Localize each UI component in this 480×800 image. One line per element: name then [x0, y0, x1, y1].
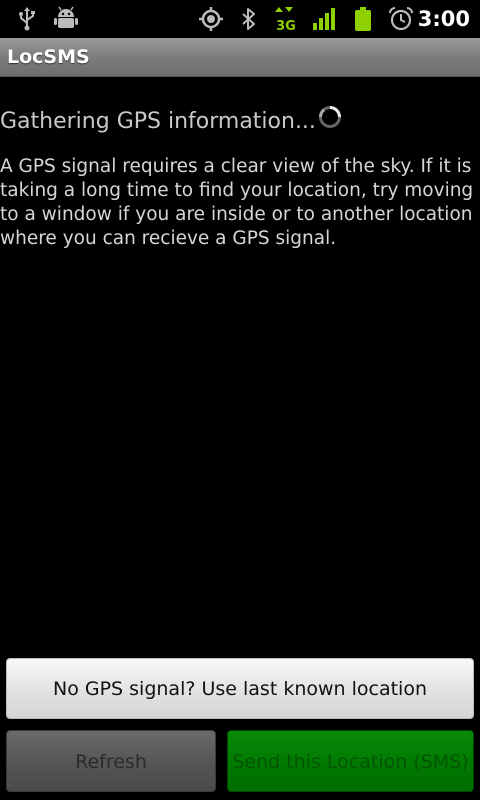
- gps-help-text: A GPS signal requires a clear view of th…: [0, 156, 474, 249]
- title-bar: LocSMS: [0, 38, 480, 77]
- bluetooth-icon: [242, 8, 255, 30]
- gps-icon: [199, 7, 223, 31]
- signal-icon: [313, 8, 335, 30]
- alarm-icon: [389, 7, 413, 31]
- clock: 3:00: [417, 7, 470, 31]
- network-label: 3G: [276, 19, 296, 32]
- use-last-known-location-button[interactable]: No GPS signal? Use last known location: [6, 658, 474, 719]
- 3g-data-icon: 3G: [275, 7, 296, 32]
- battery-icon: [355, 7, 371, 31]
- android-debug-icon: [54, 6, 78, 28]
- usb-icon: [19, 7, 35, 31]
- refresh-button[interactable]: Refresh: [6, 730, 216, 792]
- gps-status-text: Gathering GPS information...: [0, 109, 316, 134]
- screen: 3G 3:00 LocSMS Gathering GPS information…: [0, 0, 480, 800]
- send-location-sms-button[interactable]: Send this Location (SMS): [227, 730, 474, 792]
- app-title: LocSMS: [7, 46, 90, 68]
- status-bar: 3G 3:00: [0, 0, 480, 38]
- loading-spinner-icon: [319, 106, 341, 128]
